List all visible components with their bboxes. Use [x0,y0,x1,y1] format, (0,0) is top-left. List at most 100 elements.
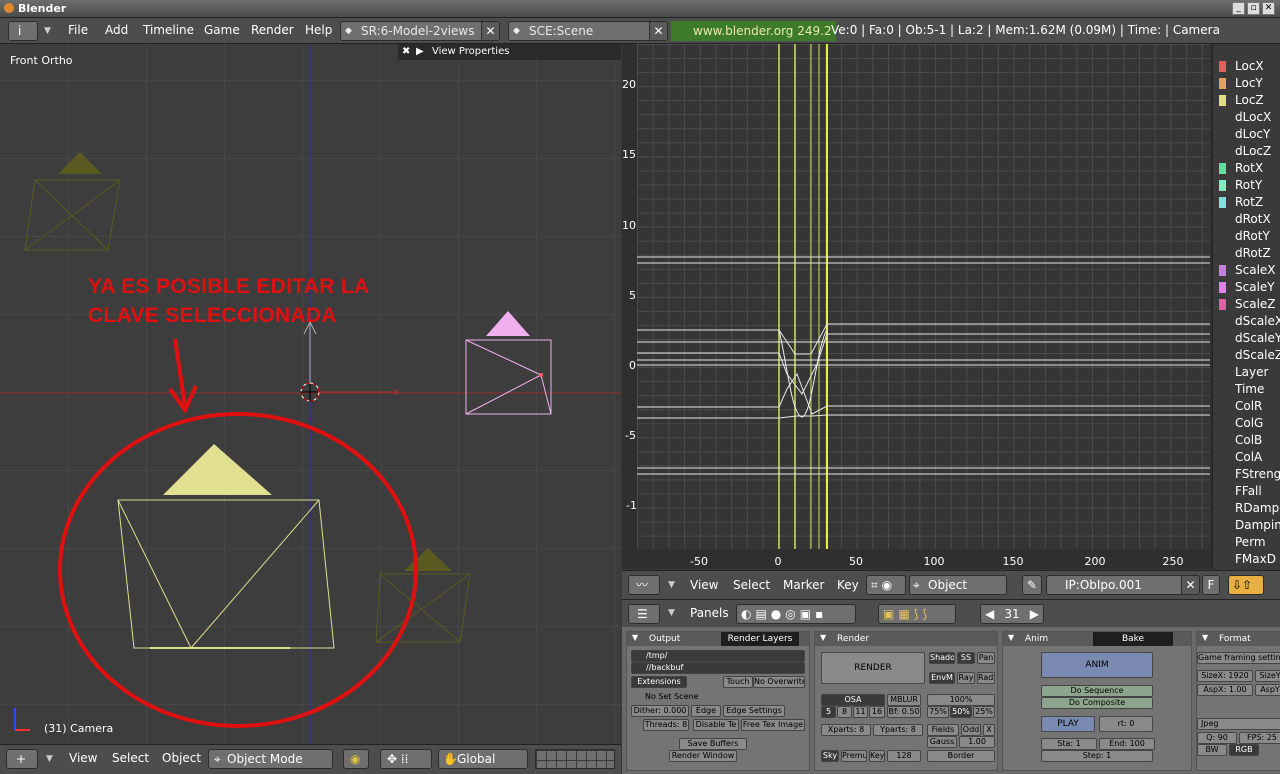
ss-toggle[interactable]: SS [957,652,975,664]
ipo-channel-layer[interactable]: Layer [1213,364,1280,381]
subcontext-buttons[interactable]: ▣▦⟆⟆ [878,604,956,624]
ipo-channel-colg[interactable]: ColG [1213,415,1280,432]
bf-field[interactable]: Bf: 0.50 [887,706,921,718]
panel-collapse-icon[interactable]: ▼ [1202,633,1208,642]
step-field[interactable]: Step: 1 [1041,750,1153,762]
ipo-channel-time[interactable]: Time [1213,381,1280,398]
draw-type-selector[interactable]: ◉ [343,749,369,769]
mblur-toggle[interactable]: MBLUR [887,694,921,706]
radio-toggle[interactable]: Radi [977,672,995,684]
close-window-icon[interactable]: ✕ [1262,2,1275,15]
editor-type-icon[interactable]: + [6,749,38,769]
menu-timeline[interactable]: Timeline [143,23,194,37]
increment-icon[interactable]: ▶ [1030,605,1039,623]
decrement-icon[interactable]: ◀ [985,605,994,623]
bw-toggle[interactable]: BW [1197,744,1227,756]
ipo-channel-drotx[interactable]: dRotX [1213,211,1280,228]
no-set-scene-checkbox[interactable]: No Set Scene [631,692,805,704]
sizey-field[interactable]: SizeY [1255,670,1280,682]
ipo-channel-dlocz[interactable]: dLocZ [1213,143,1280,160]
ipo-channel-roty[interactable]: RotY [1213,177,1280,194]
view-properties-panel[interactable]: ✖ ▶ View Properties [398,44,621,60]
edge-button[interactable]: Edge [691,705,721,717]
menu-marker[interactable]: Marker [783,578,824,592]
ipo-channel-locz[interactable]: LocZ [1213,92,1280,109]
menu-select[interactable]: Select [733,578,770,592]
expand-triangle-icon[interactable]: ▶ [416,44,424,60]
ipo-channel-damping[interactable]: Damping [1213,517,1280,534]
3d-viewport[interactable]: × ✖ ▶ View Properties Front Ortho YA ES … [0,44,621,744]
menu-add[interactable]: Add [105,23,128,37]
unlink-ipo-icon[interactable]: ✕ [1181,576,1199,594]
gauss-value[interactable]: 1.00 [959,736,995,748]
shadow-toggle[interactable]: Shado [929,652,955,664]
transform-orientation-selector[interactable]: ✋ Global [438,749,528,769]
render-button[interactable]: RENDER [821,652,925,684]
envmap-toggle[interactable]: EnvM [929,672,955,684]
game-framing-button[interactable]: Game framing settings [1197,652,1280,664]
border-toggle[interactable]: Border [927,750,995,762]
menu-key[interactable]: Key [837,578,859,592]
no-overwrite-button[interactable]: No Overwrite [753,676,805,688]
edge-settings-button[interactable]: Edge Settings [723,705,785,717]
osa-8[interactable]: 8 [837,706,852,718]
ipo-channel-scalez[interactable]: ScaleZ [1213,296,1280,313]
menu-help[interactable]: Help [305,23,332,37]
menu-view[interactable]: View [69,751,97,765]
osa-16[interactable]: 16 [869,706,885,718]
size-25[interactable]: 25% [973,706,995,718]
ipo-channel-dscalex[interactable]: dScaleX [1213,313,1280,330]
aspx-field[interactable]: AspX: 1.00 [1197,684,1253,696]
ipo-channel-cola[interactable]: ColA [1213,449,1280,466]
ipo-channel-fstreng[interactable]: FStreng [1213,466,1280,483]
ipo-channel-droty[interactable]: dRotY [1213,228,1280,245]
minimize-icon[interactable]: _ [1232,2,1245,15]
ipo-channel-locy[interactable]: LocY [1213,75,1280,92]
bits-selector[interactable]: 128 [887,750,921,762]
quality-field[interactable]: Q: 90 [1197,732,1237,744]
ipo-type-selector[interactable]: ⌖ Object [909,575,1007,595]
sizex-field[interactable]: SizeX: 1920 [1197,670,1253,682]
panel-collapse-icon[interactable]: ▼ [820,633,826,642]
aspy-field[interactable]: AspY [1255,684,1280,696]
key-toggle[interactable]: Key [869,750,885,762]
do-composite-toggle[interactable]: Do Composite [1041,697,1153,709]
menu-view[interactable]: View [690,578,718,592]
ipo-channel-fmaxd[interactable]: FMaxD [1213,551,1280,568]
delete-scene-icon[interactable]: ✕ [649,22,667,40]
pan-toggle[interactable]: Pan [977,652,995,664]
ipo-channel-dlocy[interactable]: dLocY [1213,126,1280,143]
ipo-channel-colb[interactable]: ColB [1213,432,1280,449]
premul-toggle[interactable]: Premul [841,750,867,762]
fps-field[interactable]: FPS: 25 [1239,732,1280,744]
panel-collapse-icon[interactable]: ▼ [1008,633,1014,642]
layer-buttons[interactable] [535,749,615,769]
touch-button[interactable]: Touch [723,676,753,688]
ipo-channel-scaley[interactable]: ScaleY [1213,279,1280,296]
anim-button[interactable]: ANIM [1041,652,1153,678]
menu-render[interactable]: Render [251,23,294,37]
ipo-graph-area[interactable] [637,44,1210,549]
view-mode-buttons[interactable]: ⌗ ◉ [866,575,906,595]
collapse-arrow-icon[interactable]: ▼ [44,26,51,36]
ipo-channel-locx[interactable]: LocX [1213,58,1280,75]
ipo-channel-dscalez[interactable]: dScaleZ [1213,347,1280,364]
close-panel-icon[interactable]: ✖ [402,44,410,60]
delete-screen-icon[interactable]: ✕ [481,22,499,40]
editor-type-icon[interactable]: ☰ [628,604,660,624]
yparts-field[interactable]: Yparts: 8 [873,724,923,736]
context-buttons[interactable]: ◐▤●◎▣▪ [736,604,856,624]
bake-tab[interactable]: Bake [1093,632,1173,646]
rgb-toggle[interactable]: RGB [1229,744,1259,756]
file-format-selector[interactable]: Jpeg [1197,718,1280,730]
output-path-field[interactable]: /tmp/ [631,650,805,662]
menu-select[interactable]: Select [112,751,149,765]
start-frame-field[interactable]: Sta: 1 [1041,738,1097,750]
copy-paste-buttons[interactable]: ⇩⇧ [1228,575,1264,595]
size-50[interactable]: 50% [950,706,972,718]
panel-collapse-icon[interactable]: ▼ [632,633,638,642]
ipo-channel-dlocx[interactable]: dLocX [1213,109,1280,126]
dither-field[interactable]: Dither: 0.000 [631,705,689,717]
ray-toggle[interactable]: Ray [957,672,975,684]
ipo-channel-scalex[interactable]: ScaleX [1213,262,1280,279]
